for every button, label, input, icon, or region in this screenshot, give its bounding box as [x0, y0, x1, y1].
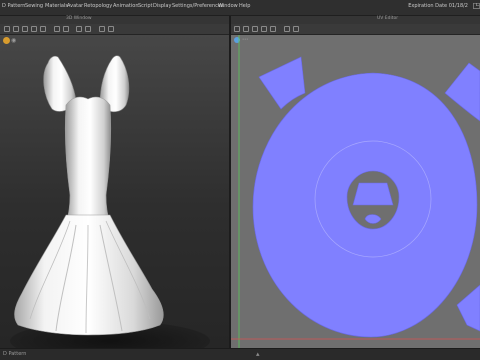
uv-edit-tool-icon[interactable]: [252, 26, 258, 32]
fold-tool-icon[interactable]: [40, 26, 46, 32]
view-header-uv: UV Editor: [231, 16, 480, 24]
select-tool-icon[interactable]: [4, 26, 10, 32]
toolbar-uv: [231, 24, 480, 35]
uv-island-bodice: [352, 182, 394, 206]
expand-arrow-icon[interactable]: ▴: [256, 350, 260, 358]
3d-viewport[interactable]: ◉: [0, 35, 229, 348]
seam-tool-icon[interactable]: [63, 26, 69, 32]
texture-tool-icon[interactable]: [108, 26, 114, 32]
view-title-uv: UV Editor: [377, 16, 399, 21]
uv-select-tool-icon[interactable]: [234, 26, 240, 32]
uv-layout: [231, 35, 480, 348]
menu-item-display[interactable]: Display: [153, 3, 171, 9]
menu-item-window[interactable]: Window: [218, 3, 238, 9]
uv-island-corner: [456, 284, 480, 332]
menu-item-animation[interactable]: Animation: [113, 3, 139, 9]
menu-item-settings[interactable]: Settings/Preferences: [172, 3, 224, 9]
uv-island-sleeve-left: [258, 56, 306, 110]
uv-layout-tool-icon[interactable]: [293, 26, 299, 32]
menu-item-materials[interactable]: Materials: [45, 3, 68, 9]
menu-item-pattern[interactable]: D Pattern: [2, 3, 25, 9]
uv-seam-tool-icon[interactable]: [270, 26, 276, 32]
menu-item-avatar[interactable]: Avatar: [67, 3, 83, 9]
pin-tool-icon[interactable]: [31, 26, 37, 32]
uv-editor-canvas[interactable]: ⋯: [231, 35, 480, 348]
menu-item-help[interactable]: Help: [239, 3, 250, 9]
menu-item-script[interactable]: Script: [138, 3, 153, 9]
view-title-3d: 3D Window: [66, 16, 92, 21]
expiration-date: Expiration Date 01/18/2: [408, 3, 468, 9]
move-tool-icon[interactable]: [13, 26, 19, 32]
status-label: D Pattern: [3, 351, 27, 357]
sewing-tool-icon[interactable]: [54, 26, 60, 32]
toolbar-3d: [0, 24, 229, 35]
brush-tool-icon[interactable]: [99, 26, 105, 32]
measure-tool-icon[interactable]: [76, 26, 82, 32]
tape-tool-icon[interactable]: [85, 26, 91, 32]
status-bar: D Pattern ▴: [0, 348, 480, 360]
uv-unfold-tool-icon[interactable]: [284, 26, 290, 32]
view-header-3d: 3D Window: [0, 16, 229, 24]
menu-item-retopology[interactable]: Retopology: [84, 3, 112, 9]
menu-item-sewing[interactable]: Sewing: [25, 3, 43, 9]
uv-island-cup: [364, 214, 382, 224]
rotate-tool-icon[interactable]: [22, 26, 28, 32]
uv-transform-tool-icon[interactable]: [243, 26, 249, 32]
garment-model[interactable]: [0, 35, 229, 348]
window-icon[interactable]: ◳: [472, 1, 480, 10]
uv-point-tool-icon[interactable]: [261, 26, 267, 32]
menu-bar: ◳ D Pattern Sewing Materials Avatar Reto…: [0, 0, 480, 16]
